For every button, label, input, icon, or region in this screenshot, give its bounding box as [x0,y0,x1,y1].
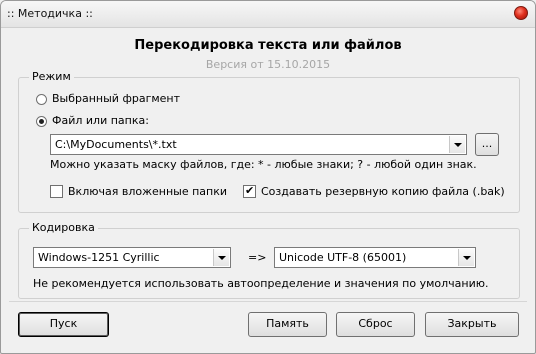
close-icon[interactable] [514,6,528,20]
reset-button-label: Сброс [358,317,393,330]
conversion-arrow: => [248,251,267,264]
file-radio-label[interactable]: Файл или папка: [52,114,149,127]
memory-button-label: Память [266,317,309,330]
path-input[interactable]: C:\MyDocuments\*.txt [55,138,177,151]
mode-legend: Режим [29,70,74,83]
source-encoding-value: Windows-1251 Cyrillic [38,251,160,264]
target-encoding-value: Unicode UTF-8 (65001) [279,251,407,264]
encoding-note: Не рекомендуется использовать автоопреде… [33,277,489,290]
file-radio[interactable] [36,116,47,127]
include-subfolders-label[interactable]: Включая вложенные папки [68,185,227,198]
path-combobox[interactable]: C:\MyDocuments\*.txt [50,134,467,155]
chevron-down-icon[interactable] [449,136,465,153]
encoding-group: Кодировка Windows-1251 Cyrillic => Unico… [18,221,520,299]
title-bar[interactable]: :: Методичка :: [1,1,535,28]
mode-group: Режим Выбранный фрагмент Файл или папка:… [18,70,520,213]
backup-label[interactable]: Создавать резервную копию файла (.bak) [261,185,505,198]
backup-checkbox[interactable] [243,184,256,198]
target-encoding-select[interactable]: Unicode UTF-8 (65001) [274,247,476,268]
start-button-label: Пуск [49,317,78,330]
start-button[interactable]: Пуск [18,312,109,337]
browse-button[interactable]: ... [475,133,499,156]
browse-button-label: ... [481,137,493,150]
chevron-down-icon[interactable] [213,249,229,266]
fragment-radio[interactable] [36,94,47,105]
dialog-window: :: Методичка :: Перекодировка текста или… [0,0,536,354]
fragment-radio-label[interactable]: Выбранный фрагмент [52,92,180,105]
mask-hint: Можно указать маску файлов, где: * - люб… [50,158,477,171]
include-subfolders-checkbox[interactable] [50,185,63,198]
window-title: :: Методичка :: [7,7,93,20]
memory-button[interactable]: Память [248,312,327,337]
page-title: Перекодировка текста или файлов [134,38,402,53]
version-label: Версия от 15.10.2015 [205,58,331,71]
reset-button[interactable]: Сброс [336,312,415,337]
close-button-label: Закрыть [447,317,497,330]
encoding-legend: Кодировка [29,221,98,234]
bottom-divider [9,301,527,302]
close-button[interactable]: Закрыть [425,312,519,337]
chevron-down-icon[interactable] [458,249,474,266]
source-encoding-select[interactable]: Windows-1251 Cyrillic [33,247,231,268]
